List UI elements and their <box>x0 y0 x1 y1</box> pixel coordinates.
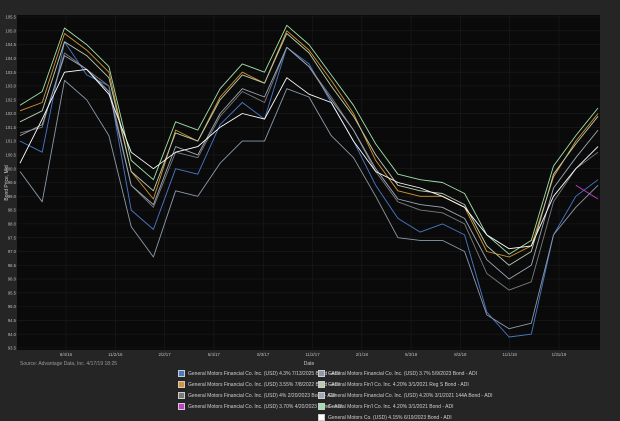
y-tick-label: 98.5 <box>8 208 17 213</box>
y-tick-label: 94.5 <box>8 318 17 323</box>
legend-item: General Motors Financial Co. Inc. (USD) … <box>178 370 340 377</box>
y-tick-label: 95.0 <box>8 304 17 309</box>
y-tick-label: 105.5 <box>6 15 17 20</box>
legend-item: General Motors Financial Co. Inc. (USD) … <box>318 392 493 399</box>
legend-item: General Motors Fin'l Co. Inc. 4.20% 3/1/… <box>318 381 478 388</box>
legend-label: General Motors Financial Co. Inc. (USD) … <box>188 370 340 377</box>
x-axis-label: Date <box>304 361 315 367</box>
y-tick-label: 102.0 <box>6 111 17 116</box>
x-tick-label: 8/4/16 <box>60 352 73 357</box>
y-tick-label: 97.5 <box>8 235 17 240</box>
legend-item: General Motors Financial Co. Inc. (USD) … <box>178 381 340 388</box>
y-tick-label: 103.0 <box>6 84 17 89</box>
legend-item: General Motors Financial Co. Inc. (USD) … <box>178 403 343 410</box>
y-tick-label: 93.5 <box>8 346 17 351</box>
x-tick-label: 8/2/18 <box>454 352 467 357</box>
y-tick-label: 101.0 <box>6 139 17 144</box>
y-tick-label: 98.0 <box>8 221 17 226</box>
y-tick-label: 95.5 <box>8 290 17 295</box>
source-note: Source: Advantage Data, Inc. 4/17/19 18:… <box>20 361 118 367</box>
legend-item: General Motors Fin'l Co. Inc. 4.20% 3/1/… <box>318 403 478 410</box>
legend-swatch <box>318 381 325 388</box>
legend-label: General Motors Financial Co. Inc. (USD) … <box>328 370 477 377</box>
y-tick-label: 97.0 <box>8 249 17 254</box>
x-tick-label: 1/31/19 <box>552 352 567 357</box>
y-tick-label: 100.5 <box>6 153 17 158</box>
y-tick-label: 104.0 <box>6 56 17 61</box>
legend-label: General Motors Fin'l Co. Inc. 4.20% 3/1/… <box>328 403 454 410</box>
x-tick-label: 8/3/17 <box>257 352 270 357</box>
chart-canvas: 93.5 94.0 94.5 95.0 95.5 96.0 96.5 97.0 97.5 98.0… <box>0 0 620 420</box>
legend-swatch <box>178 403 185 410</box>
legend-item: General Motors Financial Co. Inc. (USD) … <box>318 370 478 377</box>
y-tick-label: 102.5 <box>6 97 17 102</box>
x-tick-label: 2/1/18 <box>356 352 369 357</box>
x-tick-label: 5/3/18 <box>405 352 418 357</box>
x-tick-label: 2/2/17 <box>158 352 171 357</box>
y-tick-label: 96.5 <box>8 263 17 268</box>
legend-item: General Motors Financial Co. Inc. (USD) … <box>178 392 336 399</box>
legend-swatch <box>318 392 325 399</box>
x-tick-label: 11/1/18 <box>503 352 518 357</box>
legend: General Motors Financial Co. Inc. (USD) … <box>178 370 493 421</box>
legend-swatch <box>318 370 325 377</box>
legend-label: General Motors Financial Co. Inc. (USD) … <box>188 381 340 388</box>
x-tick-label: 11/2/17 <box>305 352 320 357</box>
legend-swatch <box>178 392 185 399</box>
y-tick-label: 96.0 <box>8 277 17 282</box>
legend-label: General Motors Financial Co. Inc. (USD) … <box>188 392 336 399</box>
y-axis-label: Bond Price, Mid <box>4 165 10 201</box>
y-tick-label: 101.5 <box>6 125 17 130</box>
x-tick-label: 5/4/17 <box>208 352 221 357</box>
y-tick-label: 103.5 <box>6 70 17 75</box>
legend-label: General Motors Financial Co. Inc. (USD) … <box>328 392 493 399</box>
y-tick-label: 105.0 <box>6 28 17 33</box>
legend-swatch <box>178 370 185 377</box>
legend-label: General Motors Fin'l Co. Inc. 4.20% 3/1/… <box>328 381 469 388</box>
y-tick-label: 104.5 <box>6 42 17 47</box>
x-tick-label: 11/2/16 <box>108 352 123 357</box>
y-tick-label: 94.0 <box>8 332 17 337</box>
legend-swatch <box>318 403 325 410</box>
legend-swatch <box>178 381 185 388</box>
